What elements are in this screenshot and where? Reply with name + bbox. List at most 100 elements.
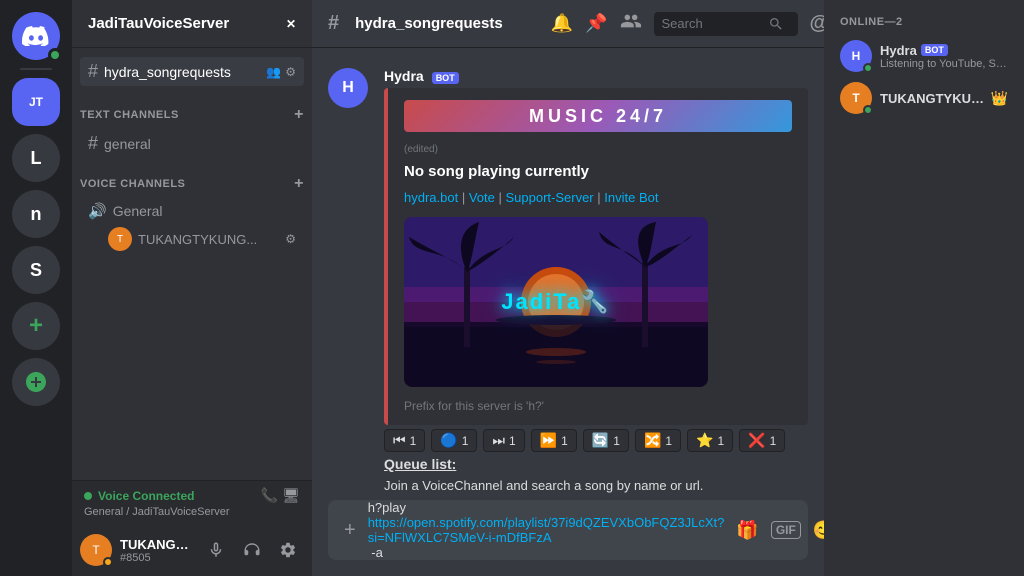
voice-channels-category[interactable]: VOICE CHANNELS + <box>72 159 312 197</box>
reaction-blue[interactable]: 🔵 1 <box>431 429 477 452</box>
text-channels-label: TEXT CHANNELS <box>80 109 179 121</box>
channel-item-general[interactable]: # general <box>80 129 304 158</box>
add-text-channel-icon[interactable]: + <box>294 106 304 124</box>
voice-connected-icons: 📞 🖥 <box>261 487 300 504</box>
user-avatar-letter: T <box>92 543 99 557</box>
voice-user-avatar: T <box>108 227 132 251</box>
server-l-icon[interactable]: L <box>12 134 60 182</box>
server-header[interactable]: JadiTauVoiceServer ✕ <box>72 0 312 48</box>
support-server-link[interactable]: Support-Server <box>505 190 593 205</box>
reaction-shuffle[interactable]: 🔀 1 <box>635 429 681 452</box>
queue-title: Queue list: <box>384 456 808 472</box>
user-panel: T TUKANGT... #8505 <box>72 524 312 576</box>
embed-banner-text: MUSIC 24/7 <box>529 106 667 127</box>
input-link[interactable]: https://open.spotify.com/playlist/37i9dQ… <box>368 515 725 545</box>
voice-user-tukangtykung[interactable]: T TUKANGTYKUNG... ⚙ <box>80 225 304 253</box>
header-icons: 🔔 📌 @ ? <box>551 10 824 37</box>
message-body: Hydra BOT MUSIC 24/7 (edited) No song pl… <box>384 68 808 500</box>
channel-item-hydra[interactable]: # hydra_songrequests 👥 ⚙ <box>80 57 304 86</box>
reaction-blue-emoji: 🔵 <box>440 432 457 449</box>
vote-link[interactable]: Vote <box>469 190 495 205</box>
tukangtykung-user-info: TUKANGTYKUNG... 👑 <box>880 90 1008 107</box>
reaction-loop-count: 1 <box>613 434 620 448</box>
add-server-icon: + <box>29 312 43 340</box>
gift-icon[interactable]: 🎁 <box>736 520 758 541</box>
server-list: JT L n S + <box>0 0 72 576</box>
voice-user-name: TUKANGTYKUNG... <box>138 232 257 247</box>
reaction-bar: ⏮ 1 🔵 1 ⏭ 1 ⏩ 1 <box>384 429 808 452</box>
queue-section: Queue list: Join a VoiceChannel and sear… <box>384 456 808 500</box>
at-icon[interactable]: @ <box>810 12 824 35</box>
message-author: Hydra <box>384 68 424 84</box>
reaction-next[interactable]: ⏭ 1 <box>483 429 524 452</box>
hydra-name: Hydra <box>880 43 917 58</box>
queue-line-1: Join a VoiceChannel and search a song by… <box>384 476 808 497</box>
emoji-icon[interactable]: 😊 <box>813 520 824 541</box>
vc-connect-icon[interactable]: 📞 <box>261 487 278 504</box>
bot-tag: BOT <box>432 72 459 84</box>
voice-connected-top: Voice Connected 📞 🖥 <box>84 487 300 504</box>
add-server-button[interactable]: + <box>12 302 60 350</box>
mic-button[interactable] <box>200 534 232 566</box>
reaction-star[interactable]: ⭐ 1 <box>687 429 733 452</box>
invite-bot-link[interactable]: Invite Bot <box>604 190 658 205</box>
channel-header-hash: # <box>328 12 339 35</box>
bell-icon[interactable]: 🔔 <box>551 13 573 34</box>
reaction-next-emoji: ⏭ <box>492 432 505 449</box>
channel-sidebar: JadiTauVoiceServer ✕ # hydra_songrequest… <box>72 0 312 576</box>
reaction-prev[interactable]: ⏮ 1 <box>384 429 425 452</box>
voice-connected-path: General / JadiTauVoiceServer <box>84 506 300 518</box>
reaction-star-emoji: ⭐ <box>696 432 713 449</box>
server-list-divider <box>20 68 52 70</box>
search-box[interactable] <box>654 12 798 36</box>
reaction-next-count: 1 <box>509 434 516 448</box>
voice-connected-bar: Voice Connected 📞 🖥 General / JadiTauVoi… <box>72 480 312 524</box>
settings-button[interactable] <box>272 534 304 566</box>
server-n-icon[interactable]: n <box>12 190 60 238</box>
server-home-icon[interactable] <box>12 12 60 60</box>
user-avatar: T <box>80 534 112 566</box>
queue-text: Join a VoiceChannel and search a song by… <box>384 476 808 500</box>
right-panel: ONLINE—2 H Hydra BOT Listening to YouTub… <box>824 0 1024 576</box>
user-discriminator: #8505 <box>120 552 192 564</box>
embed-image: JadiTa🔧 <box>404 217 708 387</box>
online-user-tukangtykung[interactable]: T TUKANGTYKUNG... 👑 <box>832 78 1016 118</box>
reaction-ff[interactable]: ⏩ 1 <box>531 429 577 452</box>
messages-area[interactable]: H Hydra BOT MUSIC 24/7 (edited) No song … <box>312 48 824 500</box>
app: JT L n S + JadiTauVoiceServer ✕ # hydra_… <box>0 0 1024 576</box>
voice-channel-general[interactable]: 🔊 General <box>80 198 304 224</box>
server-name: JadiTauVoiceServer <box>88 15 229 32</box>
members-icon[interactable] <box>620 10 642 37</box>
server-s-icon[interactable]: S <box>12 246 60 294</box>
voice-user-icons: ⚙ <box>285 232 296 246</box>
search-input[interactable] <box>662 16 762 31</box>
embed-prefix: Prefix for this server is 'h?' <box>404 399 792 413</box>
voice-connected-label: Voice Connected <box>98 489 194 503</box>
vc-screen-icon[interactable]: 🖥 <box>282 487 300 504</box>
hydra-bot-link[interactable]: hydra.bot <box>404 190 458 205</box>
online-header: ONLINE—2 <box>832 16 1016 28</box>
online-user-hydra[interactable]: H Hydra BOT Listening to YouTube, Spotif… <box>832 36 1016 76</box>
hydra-status-dot <box>863 63 873 73</box>
server-jadtau-icon[interactable]: JT <box>12 78 60 126</box>
channel-name-hydra: hydra_songrequests <box>104 64 231 80</box>
attach-button[interactable]: + <box>344 519 356 542</box>
embed-banner: MUSIC 24/7 <box>404 100 792 132</box>
reaction-x[interactable]: ❌ 1 <box>739 429 785 452</box>
hydra-bot-badge: BOT <box>921 44 948 56</box>
reaction-ff-emoji: ⏩ <box>540 432 557 449</box>
input-area: + h?play https://open.spotify.com/playli… <box>312 500 824 576</box>
reaction-blue-count: 1 <box>462 434 469 448</box>
tukangtykung-avatar: T <box>840 82 872 114</box>
channel-list: # hydra_songrequests 👥 ⚙ TEXT CHANNELS +… <box>72 48 312 480</box>
hash-icon: # <box>88 61 98 82</box>
pin-icon[interactable]: 📌 <box>585 13 607 34</box>
headphone-button[interactable] <box>236 534 268 566</box>
add-voice-channel-icon[interactable]: + <box>294 175 304 193</box>
reaction-loop[interactable]: 🔄 1 <box>583 429 629 452</box>
user-status-dot <box>103 557 113 567</box>
explore-servers-button[interactable] <box>12 358 60 406</box>
gif-button[interactable]: GIF <box>771 521 801 539</box>
embed-logo-text: JadiTa🔧 <box>501 289 610 315</box>
text-channels-category[interactable]: TEXT CHANNELS + <box>72 90 312 128</box>
